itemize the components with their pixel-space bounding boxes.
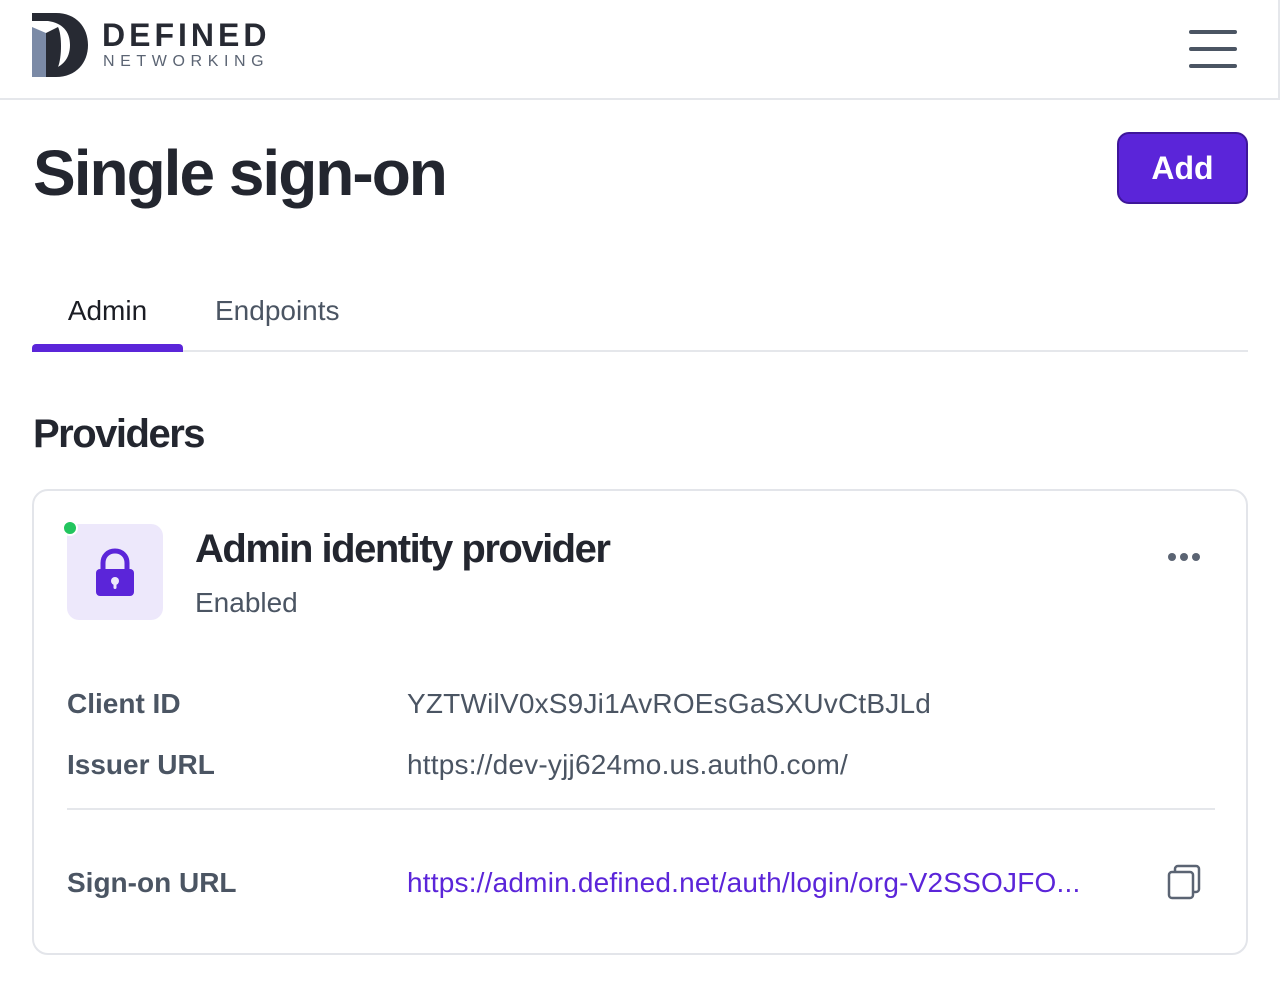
tab-admin[interactable]: Admin [32,292,183,350]
active-tab-indicator [32,344,183,352]
provider-status: Enabled [195,587,298,618]
card-divider [67,808,1215,810]
copy-icon[interactable] [1166,863,1202,901]
brand-logo[interactable]: DEFINED NETWORKING [32,13,292,79]
client-id-label: Client ID [67,688,181,719]
signon-url-label: Sign-on URL [67,867,237,898]
tab-endpoints[interactable]: Endpoints [215,292,340,350]
issuer-url-label: Issuer URL [67,749,215,780]
section-title: Providers [33,412,206,456]
tab-bar: Admin Endpoints [32,282,1248,352]
more-options-icon[interactable] [1160,537,1208,577]
page-title: Single sign-on [33,137,448,209]
top-bar: DEFINED NETWORKING [0,0,1280,100]
brand-name: DEFINED [102,17,271,53]
signon-url-link[interactable]: https://admin.defined.net/auth/login/org… [407,865,1080,901]
provider-name: Admin identity provider [195,527,611,571]
brand-subtitle: NETWORKING [103,53,270,70]
add-button[interactable]: Add [1117,132,1248,204]
defined-logo-icon [32,13,88,77]
client-id-value: YZTWilV0xS9Ji1AvROEsGaSXUvCtBJLd [407,688,932,719]
provider-card: Admin identity provider Enabled Client I… [32,489,1248,955]
status-indicator-dot [62,520,78,536]
lock-icon [96,548,134,596]
hamburger-menu-icon[interactable] [1186,26,1242,72]
issuer-url-value: https://dev-yjj624mo.us.auth0.com/ [407,749,849,780]
provider-icon-tile [67,524,163,620]
